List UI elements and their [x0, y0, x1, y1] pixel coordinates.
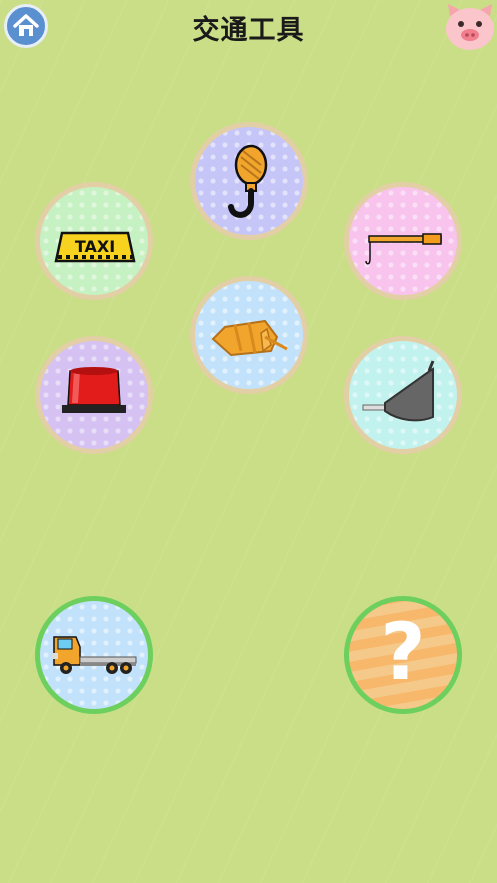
- crane-hook-icon: [228, 144, 268, 218]
- vehicle-flatbed-truck[interactable]: [35, 596, 153, 714]
- part-taxi-sign[interactable]: TAXI: [35, 182, 153, 300]
- taxi-sign-text: TAXI: [75, 237, 115, 256]
- part-excavator-bucket[interactable]: [344, 336, 462, 454]
- siren-light-icon: [62, 367, 126, 413]
- question-mark-icon: ?: [380, 608, 426, 698]
- mixer-drum-icon: [211, 319, 288, 357]
- vehicle-locked[interactable]: ?: [344, 596, 462, 714]
- crane-boom-icon: [365, 233, 442, 265]
- taxi-sign-icon: TAXI: [54, 231, 136, 263]
- excavator-bucket-icon: [362, 360, 435, 422]
- part-siren-light[interactable]: [35, 336, 153, 454]
- page-title: 交通工具: [192, 15, 305, 46]
- flatbed-truck-icon: [52, 636, 137, 674]
- part-crane-hook[interactable]: [190, 122, 308, 240]
- part-crane-boom[interactable]: [344, 182, 462, 300]
- pig-avatar-icon[interactable]: [444, 2, 496, 52]
- part-mixer-drum[interactable]: [190, 276, 308, 394]
